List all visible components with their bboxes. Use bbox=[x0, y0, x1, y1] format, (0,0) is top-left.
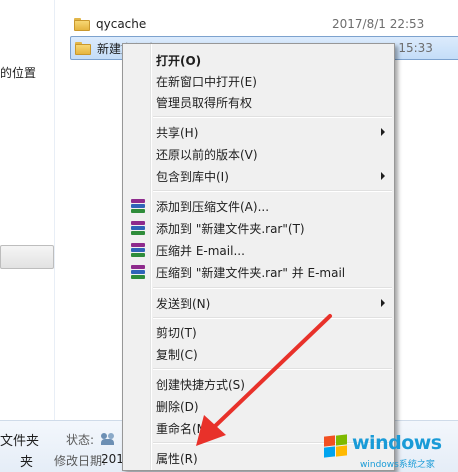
menu-item-copy[interactable]: 复制(C) bbox=[125, 343, 392, 365]
watermark-brand: windows bbox=[352, 432, 442, 454]
menu-item-add-to-rar[interactable]: 添加到 "新建文件夹.rar"(T) bbox=[125, 217, 392, 239]
menu-item-delete[interactable]: 删除(D) bbox=[125, 395, 392, 417]
menu-item-label: 添加到压缩文件(A)... bbox=[156, 200, 270, 214]
menu-separator bbox=[153, 287, 392, 289]
menu-item-open[interactable]: 打开(O) bbox=[125, 49, 392, 71]
shared-users-icon bbox=[101, 433, 117, 445]
menu-item-label: 管理员取得所有权 bbox=[156, 96, 253, 110]
menu-item-label: 剪切(T) bbox=[156, 326, 197, 340]
winrar-icon bbox=[130, 198, 146, 214]
menu-item-compress-email[interactable]: 压缩并 E-mail... bbox=[125, 239, 392, 261]
folder-icon bbox=[74, 17, 90, 31]
menu-item-share[interactable]: 共享(H) bbox=[125, 121, 392, 143]
windows-watermark: windows windows系统之家 bbox=[320, 430, 458, 471]
navigation-pane[interactable]: 的位置 bbox=[0, 0, 55, 420]
menu-item-include-in-library[interactable]: 包含到库中(I) bbox=[125, 165, 392, 187]
menu-item-send-to[interactable]: 发送到(N) bbox=[125, 292, 392, 314]
menu-separator bbox=[153, 368, 392, 370]
folder-icon bbox=[75, 41, 91, 55]
menu-separator bbox=[153, 317, 392, 319]
menu-item-add-to-archive[interactable]: 添加到压缩文件(A)... bbox=[125, 195, 392, 217]
windows-logo-icon bbox=[324, 434, 350, 460]
menu-item-label: 共享(H) bbox=[156, 126, 199, 140]
menu-item-label: 在新窗口中打开(E) bbox=[156, 75, 257, 89]
file-row-qycache[interactable]: qycache 2017/8/1 22:53 bbox=[70, 13, 458, 35]
details-type-partial: 夹 bbox=[20, 455, 34, 470]
submenu-arrow-icon bbox=[381, 128, 385, 136]
watermark-subtitle: windows系统之家 bbox=[360, 460, 435, 470]
details-status-label: 状态: bbox=[66, 433, 95, 447]
menu-item-label: 添加到 "新建文件夹.rar"(T) bbox=[156, 222, 305, 236]
menu-item-label: 复制(C) bbox=[156, 348, 198, 362]
context-menu: 打开(O) 在新窗口中打开(E) 管理员取得所有权 共享(H) 还原以前的版本(… bbox=[122, 43, 395, 471]
winrar-icon bbox=[130, 264, 146, 280]
details-type-label: 文件夹 bbox=[0, 434, 40, 449]
menu-item-restore-previous[interactable]: 还原以前的版本(V) bbox=[125, 143, 392, 165]
submenu-arrow-icon bbox=[381, 172, 385, 180]
submenu-arrow-icon bbox=[381, 299, 385, 307]
menu-item-label: 打开(O) bbox=[156, 54, 202, 68]
menu-separator bbox=[153, 116, 392, 118]
menu-item-label: 属性(R) bbox=[156, 452, 198, 466]
menu-item-label: 包含到库中(I) bbox=[156, 170, 229, 184]
details-modified-value: 201 bbox=[101, 452, 124, 466]
nav-pane-scroll-button[interactable] bbox=[0, 245, 54, 269]
menu-item-open-new-window[interactable]: 在新窗口中打开(E) bbox=[125, 70, 392, 92]
menu-item-label: 创建快捷方式(S) bbox=[156, 378, 245, 392]
menu-item-label: 重命名(M) bbox=[156, 422, 212, 436]
menu-item-cut[interactable]: 剪切(T) bbox=[125, 321, 392, 343]
menu-separator bbox=[153, 190, 392, 192]
menu-item-label: 还原以前的版本(V) bbox=[156, 148, 258, 162]
menu-item-label: 发送到(N) bbox=[156, 297, 211, 311]
winrar-icon bbox=[130, 242, 146, 258]
menu-item-label: 压缩并 E-mail... bbox=[156, 244, 245, 258]
menu-item-take-ownership[interactable]: 管理员取得所有权 bbox=[125, 91, 392, 113]
winrar-icon bbox=[130, 220, 146, 236]
nav-item-label[interactable]: 的位置 bbox=[0, 64, 36, 81]
menu-item-compress-rar-email[interactable]: 压缩到 "新建文件夹.rar" 并 E-mail bbox=[125, 261, 392, 283]
menu-item-label: 压缩到 "新建文件夹.rar" 并 E-mail bbox=[156, 266, 346, 280]
file-date: 2017/8/1 22:53 bbox=[332, 17, 425, 31]
file-name: qycache bbox=[96, 17, 147, 31]
menu-item-label: 删除(D) bbox=[156, 400, 199, 414]
details-modified-label: 修改日期: bbox=[54, 454, 107, 468]
menu-item-create-shortcut[interactable]: 创建快捷方式(S) bbox=[125, 373, 392, 395]
